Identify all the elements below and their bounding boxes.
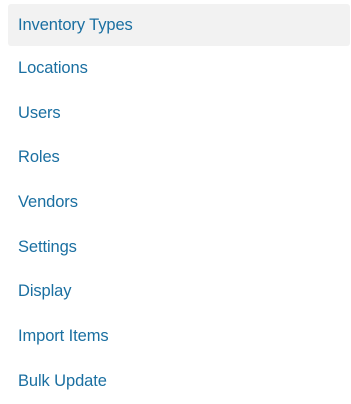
nav-item-label: Display [18, 282, 72, 301]
nav-item-label: Bulk Update [18, 371, 107, 390]
nav-item-locations[interactable]: Locations [8, 46, 350, 91]
nav-item-import-items[interactable]: Import Items [8, 314, 350, 359]
nav-item-label: Inventory Types [18, 15, 133, 34]
settings-nav: Inventory Types Locations Users Roles Ve… [0, 0, 351, 398]
nav-item-settings[interactable]: Settings [8, 225, 350, 270]
nav-item-inventory-types[interactable]: Inventory Types [8, 4, 350, 46]
nav-item-label: Locations [18, 58, 88, 77]
nav-item-label: Vendors [18, 192, 78, 211]
nav-item-label: Roles [18, 148, 60, 167]
nav-item-users[interactable]: Users [8, 91, 350, 136]
nav-item-label: Settings [18, 237, 77, 256]
settings-nav-list: Inventory Types Locations Users Roles Ve… [0, 4, 351, 404]
nav-item-bulk-update[interactable]: Bulk Update [8, 359, 350, 404]
nav-item-label: Import Items [18, 326, 109, 345]
nav-item-vendors[interactable]: Vendors [8, 180, 350, 225]
nav-item-roles[interactable]: Roles [8, 135, 350, 180]
nav-item-label: Users [18, 103, 61, 122]
nav-item-display[interactable]: Display [8, 269, 350, 314]
